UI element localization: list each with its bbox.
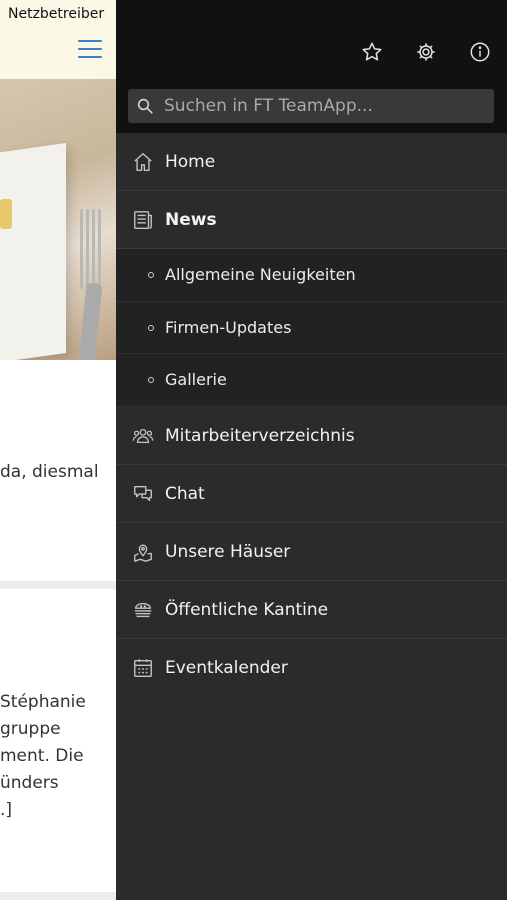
news-excerpt: .]: [0, 800, 13, 820]
map-pin-icon: [134, 543, 152, 562]
info-icon[interactable]: [469, 41, 491, 63]
menu-item-home[interactable]: Home: [116, 133, 507, 191]
news-excerpt: da, diesmal: [0, 462, 99, 482]
menu-item-label: News: [165, 210, 217, 230]
submenu-item-gallerie[interactable]: Gallerie: [116, 354, 507, 407]
card-divider: [0, 892, 116, 900]
people-icon: [132, 428, 154, 443]
star-icon[interactable]: [361, 41, 383, 63]
bullet-icon: [148, 377, 154, 383]
menu-item-mitarbeiterverzeichnis[interactable]: Mitarbeiterverzeichnis: [116, 407, 507, 465]
carrier-label: Netzbetreiber: [8, 6, 105, 22]
news-excerpt: Stéphanie: [0, 692, 86, 712]
submenu-item-allgemeine-neuigkeiten[interactable]: Allgemeine Neuigkeiten: [116, 249, 507, 302]
menu-item-eventkalender[interactable]: Eventkalender: [116, 639, 507, 697]
menu-item-unsere-haeuser[interactable]: Unsere Häuser: [116, 523, 507, 581]
menu-item-label: Home: [165, 152, 216, 172]
menu-item-label: Mitarbeiterverzeichnis: [165, 425, 355, 446]
news-excerpt: ment. Die: [0, 746, 84, 766]
search-bar[interactable]: [128, 89, 494, 123]
gear-icon[interactable]: [415, 41, 437, 63]
background-app: Netzbetreiber da, diesmal Stéphanie grup…: [0, 0, 116, 900]
menu-item-label: Öffentliche Kantine: [165, 599, 329, 620]
menu-item-label: Unsere Häuser: [165, 541, 291, 562]
side-menu: Home News Allgemeine Neuigkeiten Firmen-…: [116, 0, 507, 900]
submenu-item-firmen-updates[interactable]: Firmen-Updates: [116, 301, 507, 354]
card-divider: [0, 581, 116, 589]
burger-icon: [134, 602, 152, 617]
newspaper-icon: [134, 211, 152, 229]
submenu-item-label: Firmen-Updates: [165, 317, 292, 337]
menu-list: Home News Allgemeine Neuigkeiten Firmen-…: [116, 133, 507, 697]
submenu-item-label: Gallerie: [165, 370, 227, 389]
menu-item-label: Chat: [165, 483, 205, 504]
menu-item-oeffentliche-kantine[interactable]: Öffentliche Kantine: [116, 581, 507, 639]
menu-item-label: Eventkalender: [165, 657, 288, 678]
news-excerpt: ünders: [0, 773, 59, 793]
search-input[interactable]: [164, 89, 484, 123]
bullet-icon: [148, 324, 154, 331]
news-photo[interactable]: [0, 79, 116, 360]
news-excerpt: gruppe: [0, 719, 61, 739]
menu-item-chat[interactable]: Chat: [116, 465, 507, 523]
home-icon: [134, 153, 152, 171]
menu-header: [116, 0, 507, 133]
menu-item-news[interactable]: News: [116, 191, 507, 249]
calendar-icon: [134, 658, 152, 677]
submenu-item-label: Allgemeine Neuigkeiten: [165, 265, 356, 284]
search-icon: [137, 98, 153, 114]
app-header: Netzbetreiber: [0, 0, 116, 79]
chat-icon: [134, 485, 152, 501]
bullet-icon: [148, 272, 154, 278]
hamburger-menu-icon[interactable]: [78, 40, 102, 60]
